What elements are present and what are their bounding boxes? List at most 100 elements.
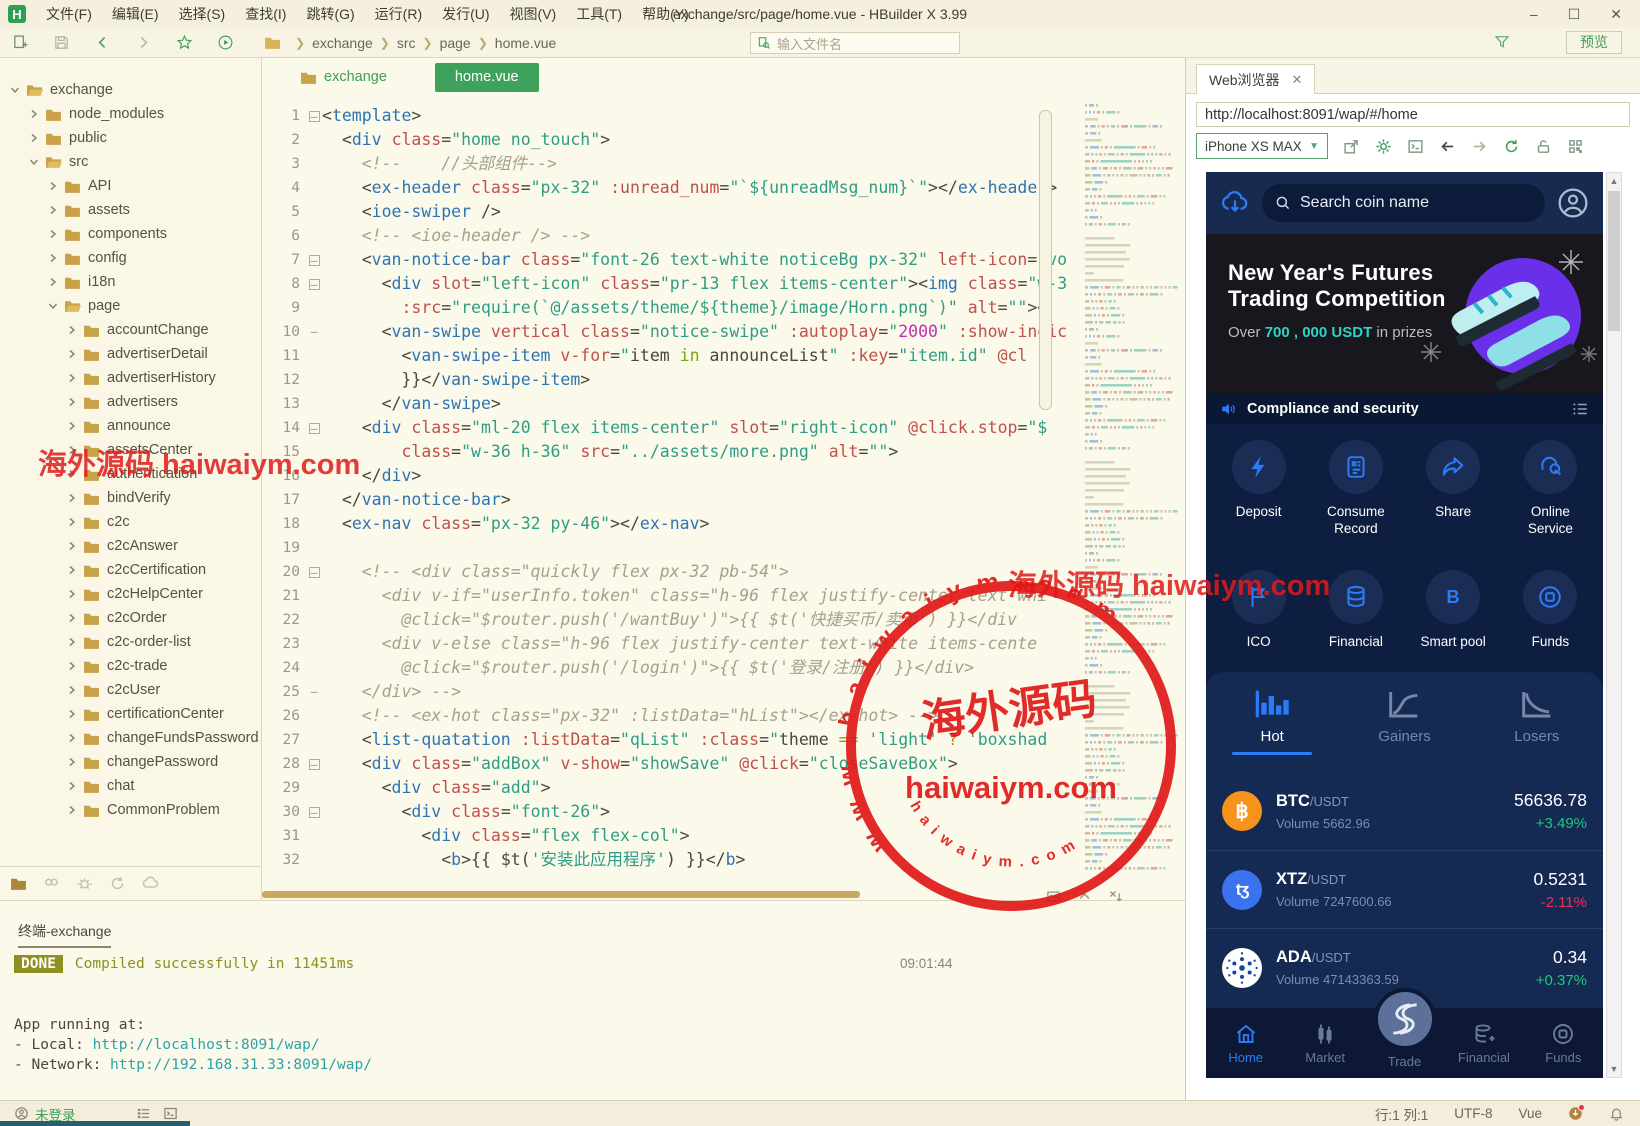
shortcut-ico[interactable]: ICO (1210, 569, 1307, 673)
new-file-icon[interactable] (12, 34, 29, 51)
menu-运行[interactable]: 运行(R) (365, 1, 432, 27)
breadcrumb-item[interactable]: page (440, 35, 471, 51)
tree-item-c2c-order-list[interactable]: c2c-order-list (0, 630, 261, 654)
browser-back-icon[interactable] (1439, 138, 1456, 155)
tree-item-assets[interactable]: assets (0, 198, 261, 222)
chevron-right-icon[interactable] (67, 589, 77, 599)
tree-item-page[interactable]: page (0, 294, 261, 318)
menu-发行[interactable]: 发行(U) (432, 1, 499, 27)
maximize-button[interactable]: ☐ (1568, 6, 1581, 23)
breadcrumb-item[interactable]: home.vue (495, 35, 556, 51)
nav-financial[interactable]: Financial (1444, 1008, 1523, 1078)
tree-item-API[interactable]: API (0, 174, 261, 198)
fold-marker[interactable]: – (306, 272, 322, 296)
tree-item-c2cOrder[interactable]: c2cOrder (0, 606, 261, 630)
chevron-right-icon[interactable] (67, 733, 77, 743)
menu-选择[interactable]: 选择(S) (169, 1, 236, 27)
fold-marker[interactable]: – (306, 320, 322, 344)
editor-vertical-scrollbar[interactable] (1039, 110, 1052, 410)
tree-item-accountChange[interactable]: accountChange (0, 318, 261, 342)
shortcut-smart-pool[interactable]: B Smart pool (1405, 569, 1502, 673)
device-select[interactable]: iPhone XS MAX ▼ (1196, 133, 1328, 159)
scroll-up-icon[interactable]: ▲ (1607, 176, 1621, 186)
gear-icon[interactable] (1375, 138, 1392, 155)
chevron-right-icon[interactable] (67, 565, 77, 575)
coin-row-btc[interactable]: ฿ BTC/USDT Volume 5662.96 56636.78 +3.49% (1206, 772, 1603, 850)
shortcut-funds[interactable]: Funds (1502, 569, 1599, 673)
menu-文件[interactable]: 文件(F) (36, 1, 102, 27)
code-area[interactable]: 1– <template> 2 <div class="home no_touch"… (262, 104, 1068, 872)
browser-forward-icon[interactable] (1471, 138, 1488, 155)
promo-banner[interactable]: New Year's Futures Trading Competition O… (1206, 234, 1603, 394)
browser-refresh-icon[interactable] (1503, 138, 1520, 155)
tree-item-advertiserDetail[interactable]: advertiserDetail (0, 342, 261, 366)
filter-funnel-icon[interactable] (1494, 34, 1510, 50)
chevron-right-icon[interactable] (48, 229, 58, 239)
tree-item-announce[interactable]: announce (0, 414, 261, 438)
chevron-right-icon[interactable] (67, 709, 77, 719)
tree-item-node_modules[interactable]: node_modules (0, 102, 261, 126)
chevron-right-icon[interactable] (48, 277, 58, 287)
save-icon[interactable] (53, 34, 70, 51)
tree-item-i18n[interactable]: i18n (0, 270, 261, 294)
console-icon[interactable] (1407, 138, 1424, 155)
shortcut-financial[interactable]: Financial (1307, 569, 1404, 673)
chevron-right-icon[interactable] (67, 613, 77, 623)
tree-item-changePassword[interactable]: changePassword (0, 750, 261, 774)
fold-marker[interactable]: – (306, 752, 322, 776)
fold-marker[interactable]: – (306, 800, 322, 824)
editor-horizontal-scrollbar[interactable] (262, 891, 860, 898)
fold-marker[interactable]: – (306, 104, 322, 128)
tree-item-c2cCertification[interactable]: c2cCertification (0, 558, 261, 582)
chevron-right-icon[interactable] (67, 349, 77, 359)
bell-icon[interactable] (1609, 1106, 1624, 1121)
back-icon[interactable] (94, 34, 111, 51)
tree-item-config[interactable]: config (0, 246, 261, 270)
fold-marker[interactable]: – (306, 680, 322, 704)
chevron-right-icon[interactable] (67, 757, 77, 767)
user-account-icon[interactable] (14, 1106, 29, 1121)
forward-icon[interactable] (135, 34, 152, 51)
notice-bar[interactable]: Compliance and security (1206, 394, 1603, 424)
tab-web-browser[interactable]: Web浏览器 ✕ (1196, 64, 1316, 94)
chevron-right-icon[interactable] (67, 493, 77, 503)
scroll-down-icon[interactable]: ▼ (1607, 1064, 1621, 1074)
shortcut-online-service[interactable]: Online Service (1502, 440, 1599, 560)
tree-item-advertiserHistory[interactable]: advertiserHistory (0, 366, 261, 390)
collapse-panel-icon[interactable] (1077, 889, 1092, 904)
tree-item-changeFundsPassword[interactable]: changeFundsPassword (0, 726, 261, 750)
preview-button[interactable]: 预览 (1566, 31, 1622, 54)
nav-market[interactable]: Market (1285, 1008, 1364, 1078)
minimap[interactable] (1085, 104, 1183, 884)
menu-查找[interactable]: 查找(I) (235, 1, 296, 27)
shortcut-consume-record[interactable]: Consume Record (1307, 440, 1404, 560)
open-external-icon[interactable] (1343, 138, 1360, 155)
fold-marker[interactable]: – (306, 416, 322, 440)
chevron-right-icon[interactable] (67, 469, 77, 479)
cursor-position[interactable]: 行:1 列:1 (1375, 1104, 1428, 1124)
tree-item-c2c[interactable]: c2c (0, 510, 261, 534)
cloud-icon[interactable] (142, 875, 159, 892)
chevron-right-icon[interactable] (67, 445, 77, 455)
fold-marker[interactable]: – (306, 560, 322, 584)
tree-item-c2cHelpCenter[interactable]: c2cHelpCenter (0, 582, 261, 606)
tree-item-bindVerify[interactable]: bindVerify (0, 486, 261, 510)
tree-item-components[interactable]: components (0, 222, 261, 246)
nav-trade[interactable]: Trade (1365, 987, 1444, 1078)
update-notification-icon[interactable] (1568, 1104, 1585, 1121)
shortcut-share[interactable]: Share (1405, 440, 1502, 560)
file-search-input[interactable]: 输入文件名 (750, 32, 960, 54)
market-tab-gainers[interactable]: Gainers (1364, 688, 1444, 772)
clear-terminal-icon[interactable] (1108, 889, 1123, 904)
chevron-right-icon[interactable] (67, 805, 77, 815)
nav-home[interactable]: Home (1206, 1008, 1285, 1078)
chevron-right-icon[interactable] (67, 685, 77, 695)
chevron-right-icon[interactable] (29, 109, 39, 119)
chevron-right-icon[interactable] (48, 181, 58, 191)
chevron-right-icon[interactable] (48, 205, 58, 215)
menu-帮助[interactable]: 帮助(Y) (632, 1, 699, 27)
coin-row-xtz[interactable]: tʒ XTZ/USDT Volume 7247600.66 0.5231 -2.11% (1206, 850, 1603, 928)
preview-scrollbar[interactable]: ▲ ▼ (1606, 172, 1622, 1078)
menu-编辑[interactable]: 编辑(E) (102, 1, 169, 27)
tree-item-public[interactable]: public (0, 126, 261, 150)
